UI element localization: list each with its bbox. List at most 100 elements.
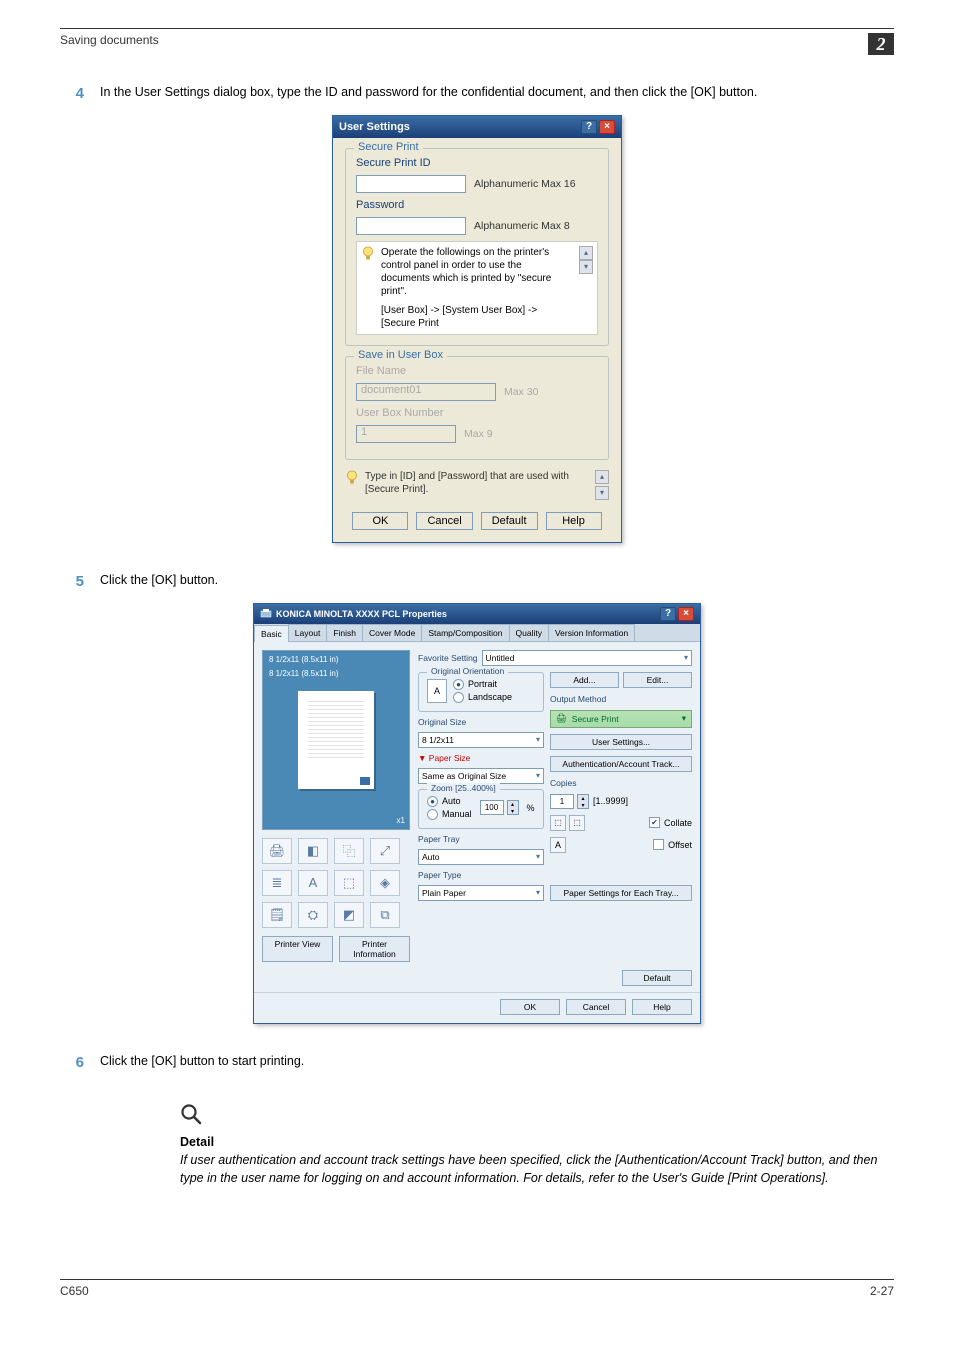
tool-icon-4[interactable]: ⤢ [370, 838, 400, 864]
tab-cover-mode[interactable]: Cover Mode [362, 624, 422, 641]
paper-size-select[interactable]: Same as Original Size [418, 768, 544, 784]
user-settings-title: User Settings [339, 121, 410, 133]
info-scroll-up[interactable]: ▴ [579, 246, 593, 260]
offset-icon: A [550, 837, 566, 853]
cancel-button[interactable]: Cancel [416, 512, 472, 530]
edit-button[interactable]: Edit... [623, 672, 692, 688]
secure-info-1: Operate the followings on the printer's … [381, 246, 573, 298]
tab-quality[interactable]: Quality [509, 624, 549, 641]
paper-tray-label: Paper Tray [418, 834, 544, 844]
note-scroll-up[interactable]: ▴ [595, 470, 609, 484]
output-method-select[interactable]: 🖨 Secure Print [550, 710, 692, 728]
collate-checkbox[interactable]: ✔Collate [649, 817, 692, 828]
zoom-legend: Zoom [25..400%] [427, 783, 500, 793]
user-settings-dialog: User Settings ? × Secure Print Secure Pr… [332, 115, 622, 543]
tool-icon-1[interactable]: 🖨 [262, 838, 292, 864]
tool-icon-3[interactable]: ⿻ [334, 838, 364, 864]
tool-icon-8[interactable]: ◈ [370, 870, 400, 896]
box-number-input: 1 [356, 425, 456, 443]
tab-version[interactable]: Version Information [548, 624, 635, 641]
step-6-text: Click the [OK] button to start printing. [100, 1052, 894, 1074]
printer-lock-icon: 🖨 [556, 713, 567, 724]
tool-icon-10[interactable]: ⛭ [298, 902, 328, 928]
password-label: Password [356, 199, 598, 211]
add-button[interactable]: Add... [550, 672, 619, 688]
tab-basic[interactable]: Basic [254, 625, 289, 642]
preview-marker-icon [360, 777, 370, 785]
user-settings-button[interactable]: User Settings... [550, 734, 692, 750]
secure-id-hint: Alphanumeric Max 16 [474, 178, 576, 190]
zoom-unit: % [527, 803, 535, 813]
printer-view-button[interactable]: Printer View [262, 936, 333, 962]
info-scroll-down[interactable]: ▾ [579, 260, 593, 274]
copies-spinner[interactable]: 1 ▴▾ [550, 794, 589, 809]
preview-pane: 8 1/2x11 (8.5x11 in) 8 1/2x11 (8.5x11 in… [262, 650, 410, 830]
properties-title: KONICA MINOLTA XXXX PCL Properties [276, 609, 447, 619]
per-tray-button[interactable]: Paper Settings for Each Tray... [550, 885, 692, 901]
orientation-icon: A [427, 679, 447, 703]
zoom-auto-radio[interactable]: ●Auto [427, 796, 472, 807]
printer-information-button[interactable]: Printer Information [339, 936, 410, 962]
preview-size-2: 8 1/2x11 (8.5x11 in) [269, 669, 339, 678]
tool-icon-11[interactable]: ◩ [334, 902, 364, 928]
tool-icon-2[interactable]: ◧ [298, 838, 328, 864]
tab-layout[interactable]: Layout [288, 624, 328, 641]
file-name-input: document01 [356, 383, 496, 401]
paper-type-select[interactable]: Plain Paper [418, 885, 544, 901]
step-4-number: 4 [60, 83, 100, 105]
secure-id-label: Secure Print ID [356, 157, 598, 169]
tool-icon-5[interactable]: ≣ [262, 870, 292, 896]
bulb-icon [361, 246, 375, 267]
tool-icon-9[interactable]: 🗒 [262, 902, 292, 928]
portrait-radio[interactable]: ●Portrait [453, 679, 512, 690]
chapter-number: 2 [868, 33, 894, 55]
copies-label: Copies [550, 778, 692, 788]
default-button[interactable]: Default [622, 970, 692, 986]
password-input[interactable] [356, 217, 466, 235]
help-button[interactable]: Help [632, 999, 692, 1015]
detail-heading: Detail [180, 1135, 894, 1149]
secure-id-input[interactable] [356, 175, 466, 193]
titlebar-close-icon[interactable]: × [678, 607, 694, 621]
help-button[interactable]: Help [546, 512, 602, 530]
orientation-group: Original Orientation A ●Portrait Landsca… [418, 672, 544, 712]
secure-print-legend: Secure Print [354, 141, 423, 153]
secure-info-2: [User Box] -> [System User Box] -> [Secu… [381, 304, 573, 330]
favorite-select[interactable]: Untitled [482, 650, 692, 666]
titlebar-close-icon[interactable]: × [599, 120, 615, 134]
preview-size-1: 8 1/2x11 (8.5x11 in) [269, 655, 339, 664]
landscape-radio[interactable]: Landscape [453, 692, 512, 703]
orientation-legend: Original Orientation [427, 666, 508, 676]
cancel-button[interactable]: Cancel [566, 999, 626, 1015]
step-5-text: Click the [OK] button. [100, 571, 894, 593]
footer-right: 2-27 [870, 1284, 894, 1298]
original-size-select[interactable]: 8 1/2x11 [418, 732, 544, 748]
zoom-group: Zoom [25..400%] ●Auto Manual 100 ▴▾ [418, 789, 544, 829]
copies-range: [1..9999] [593, 796, 628, 806]
tool-icon-6[interactable]: A [298, 870, 328, 896]
detail-text: If user authentication and account track… [180, 1151, 880, 1187]
auth-track-button[interactable]: Authentication/Account Track... [550, 756, 692, 772]
offset-checkbox[interactable]: Offset [653, 839, 692, 850]
default-button[interactable]: Default [481, 512, 538, 530]
ok-button[interactable]: OK [352, 512, 408, 530]
tab-stamp[interactable]: Stamp/Composition [421, 624, 509, 641]
section-title: Saving documents [60, 33, 159, 47]
titlebar-help-icon[interactable]: ? [660, 607, 676, 621]
ok-button[interactable]: OK [500, 999, 560, 1015]
tab-bar: Basic Layout Finish Cover Mode Stamp/Com… [254, 624, 700, 642]
file-name-hint: Max 30 [504, 386, 538, 398]
box-number-hint: Max 9 [464, 428, 493, 440]
tab-finish[interactable]: Finish [326, 624, 363, 641]
titlebar-help-icon[interactable]: ? [581, 120, 597, 134]
step-5-number: 5 [60, 571, 100, 593]
note-scroll-down[interactable]: ▾ [595, 486, 609, 500]
tool-icon-12[interactable]: ⧉ [370, 902, 400, 928]
paper-tray-select[interactable]: Auto [418, 849, 544, 865]
zoom-manual-radio[interactable]: Manual [427, 809, 472, 820]
footer-left: C650 [60, 1284, 89, 1298]
tool-icon-7[interactable]: ⬚ [334, 870, 364, 896]
user-settings-note: Type in [ID] and [Password] that are use… [365, 470, 589, 496]
bulb-icon [345, 470, 359, 491]
zoom-spinner[interactable]: 100 ▴▾ [480, 800, 519, 815]
